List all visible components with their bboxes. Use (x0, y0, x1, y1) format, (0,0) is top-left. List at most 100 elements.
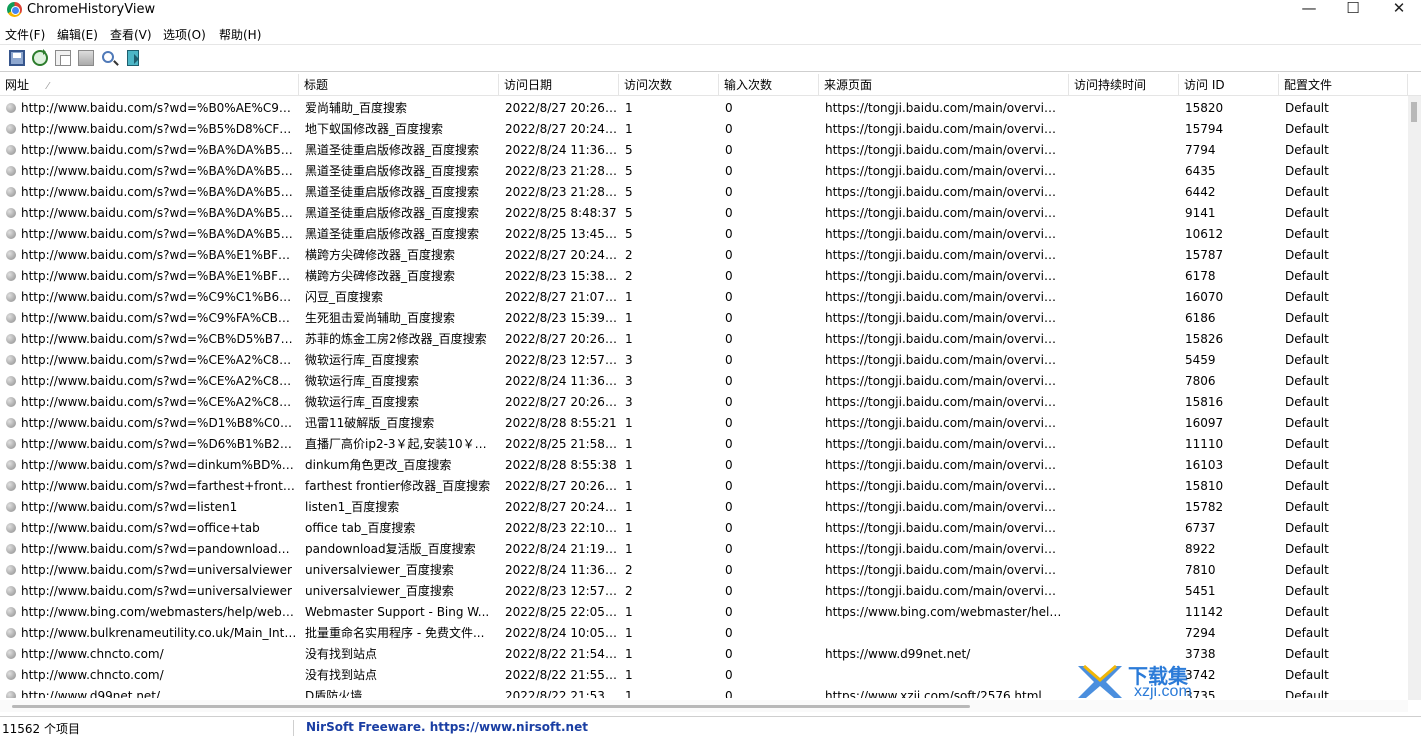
table-row[interactable]: http://www.baidu.com/s?wd=%BA%DA%B5%... 黑… (0, 224, 1408, 245)
cell-url: http://www.baidu.com/s?wd=dinkum%BD%C7..… (21, 458, 297, 472)
minimize-button[interactable]: — (1286, 0, 1332, 18)
history-item-icon (6, 649, 16, 659)
cell-profile: Default (1285, 689, 1329, 698)
table-row[interactable]: http://www.baidu.com/s?wd=%CB%D5%B7%... 苏… (0, 329, 1408, 350)
column-header-typed-count[interactable]: 输入次数 (719, 74, 819, 96)
table-row[interactable]: http://www.baidu.com/s?wd=universalviewe… (0, 560, 1408, 581)
cell-referrer: https://tongji.baidu.com/main/overview..… (825, 395, 1063, 409)
cell-visit-date: 2022/8/27 20:26:... (505, 332, 617, 346)
table-row[interactable]: http://www.baidu.com/s?wd=listen1 listen1… (0, 497, 1408, 518)
table-row[interactable]: http://www.baidu.com/s?wd=%CE%A2%C8%E...… (0, 392, 1408, 413)
history-item-icon (6, 523, 16, 533)
cell-referrer: https://www.xzji.com/soft/2576.html (825, 689, 1042, 698)
table-row[interactable]: http://www.baidu.com/s?wd=%CE%A2%C8%E...… (0, 350, 1408, 371)
cell-visit-count: 1 (625, 542, 633, 556)
menu-options[interactable]: 选项(O) (163, 26, 206, 43)
cell-visit-count: 2 (625, 269, 633, 283)
cell-url: http://www.baidu.com/s?wd=universalviewe… (21, 563, 292, 577)
save-icon[interactable] (9, 50, 25, 66)
menu-edit[interactable]: 编辑(E) (57, 26, 98, 43)
cell-visit-count: 5 (625, 164, 633, 178)
vertical-scroll-thumb[interactable] (1411, 102, 1417, 122)
table-row[interactable]: http://www.baidu.com/s?wd=pandownload%..… (0, 539, 1408, 560)
table-row[interactable]: http://www.baidu.com/s?wd=%BA%DA%B5%... 黑… (0, 182, 1408, 203)
cell-profile: Default (1285, 521, 1329, 535)
menu-file[interactable]: 文件(F) (5, 26, 45, 43)
cell-referrer: https://tongji.baidu.com/main/overview..… (825, 353, 1063, 367)
chrome-icon (7, 2, 22, 17)
cell-profile: Default (1285, 143, 1329, 157)
cell-typed-count: 0 (725, 458, 733, 472)
table-row[interactable]: http://www.bing.com/webmasters/help/webm… (0, 602, 1408, 623)
cell-visit-date: 2022/8/25 22:05:... (505, 605, 617, 619)
cell-visit-date: 2022/8/23 12:57:... (505, 584, 617, 598)
table-row[interactable]: http://www.baidu.com/s?wd=%BA%DA%B5%... 黑… (0, 203, 1408, 224)
table-row[interactable]: http://www.baidu.com/s?wd=%BA%DA%B5%... 黑… (0, 140, 1408, 161)
table-row[interactable]: http://www.baidu.com/s?wd=%B5%D8%CF%C...… (0, 119, 1408, 140)
table-row[interactable]: http://www.baidu.com/s?wd=%C9%FA%CB%C...… (0, 308, 1408, 329)
cell-profile: Default (1285, 269, 1329, 283)
properties-icon[interactable] (78, 50, 94, 66)
find-icon[interactable] (102, 51, 114, 63)
menu-help[interactable]: 帮助(H) (219, 26, 261, 43)
cell-visit-id: 11110 (1185, 437, 1224, 451)
cell-visit-date: 2022/8/27 20:24:... (505, 248, 617, 262)
table-row[interactable]: http://www.bulkrenameutility.co.uk/Main_… (0, 623, 1408, 644)
column-header-title[interactable]: 标题 (299, 74, 499, 96)
cell-referrer: https://tongji.baidu.com/main/overview..… (825, 122, 1063, 136)
table-row[interactable]: http://www.baidu.com/s?wd=%C9%C1%B6%B9 闪豆… (0, 287, 1408, 308)
maximize-button[interactable]: ☐ (1330, 0, 1376, 18)
table-row[interactable]: http://www.baidu.com/s?wd=%B0%AE%C9%... 爱… (0, 98, 1408, 119)
table-row[interactable]: http://www.baidu.com/s?wd=%D6%B1%B2%... 直… (0, 434, 1408, 455)
cell-visit-duration (1075, 266, 1175, 287)
vertical-scrollbar[interactable] (1408, 96, 1421, 700)
refresh-icon[interactable] (32, 49, 48, 66)
history-item-icon (6, 418, 16, 428)
table-row[interactable]: http://www.baidu.com/s?wd=%D1%B8%C0%... 迅… (0, 413, 1408, 434)
menu-view[interactable]: 查看(V) (110, 26, 152, 43)
table-row[interactable]: http://www.baidu.com/s?wd=office+tab offi… (0, 518, 1408, 539)
table-row[interactable]: http://www.baidu.com/s?wd=%BA%E1%BF%E...… (0, 266, 1408, 287)
cell-referrer: https://tongji.baidu.com/main/overview..… (825, 458, 1063, 472)
cell-visit-duration (1075, 497, 1175, 518)
table-row[interactable]: http://www.baidu.com/s?wd=%BA%DA%B5%... 黑… (0, 161, 1408, 182)
copy-icon[interactable] (55, 50, 71, 66)
cell-profile: Default (1285, 185, 1329, 199)
cell-typed-count: 0 (725, 500, 733, 514)
table-row[interactable]: http://www.baidu.com/s?wd=universalviewe… (0, 581, 1408, 602)
column-header-referrer[interactable]: 来源页面 (819, 74, 1069, 96)
cell-referrer (825, 623, 1063, 644)
column-header-visit-id[interactable]: 访问 ID (1179, 74, 1279, 96)
column-header-visit-count[interactable]: 访问次数 (619, 74, 719, 96)
cell-title: listen1_百度搜索 (305, 500, 400, 514)
cell-url: http://www.baidu.com/s?wd=%BA%DA%B5%... (21, 227, 297, 241)
column-header-visit-duration[interactable]: 访问持续时间 (1069, 74, 1179, 96)
horizontal-scroll-thumb[interactable] (12, 705, 970, 708)
cell-title: D盾防火墙 (305, 689, 363, 698)
cell-visit-count: 2 (625, 563, 633, 577)
exit-icon[interactable] (127, 50, 139, 66)
cell-referrer (825, 665, 1063, 686)
cell-visit-date: 2022/8/28 8:55:21 (505, 416, 617, 430)
cell-visit-id: 16070 (1185, 290, 1224, 304)
cell-referrer: https://tongji.baidu.com/main/overview..… (825, 227, 1063, 241)
history-item-icon (6, 355, 16, 365)
table-row[interactable]: http://www.baidu.com/s?wd=%CE%A2%C8%E...… (0, 371, 1408, 392)
cell-visit-id: 15820 (1185, 101, 1224, 115)
column-header-url[interactable]: 网址 ⁄ (0, 74, 299, 96)
column-header-visit-date[interactable]: 访问日期 (499, 74, 619, 96)
table-row[interactable]: http://www.baidu.com/s?wd=%BA%E1%BF%E...… (0, 245, 1408, 266)
cell-visit-duration (1075, 581, 1175, 602)
column-header-profile[interactable]: 配置文件 (1279, 74, 1408, 96)
table-row[interactable]: http://www.baidu.com/s?wd=dinkum%BD%C7..… (0, 455, 1408, 476)
watermark-mark-icon (1078, 664, 1122, 698)
cell-typed-count: 0 (725, 521, 733, 535)
nirsoft-link[interactable]: NirSoft Freeware. https://www.nirsoft.ne… (306, 720, 588, 734)
close-button[interactable]: ✕ (1376, 0, 1421, 18)
cell-visit-date: 2022/8/27 20:24:... (505, 122, 617, 136)
cell-title: Webmaster Support - Bing W... (305, 605, 490, 619)
cell-visit-date: 2022/8/22 21:55:... (505, 668, 617, 682)
history-item-icon (6, 439, 16, 449)
table-row[interactable]: http://www.baidu.com/s?wd=farthest+front… (0, 476, 1408, 497)
history-item-icon (6, 502, 16, 512)
